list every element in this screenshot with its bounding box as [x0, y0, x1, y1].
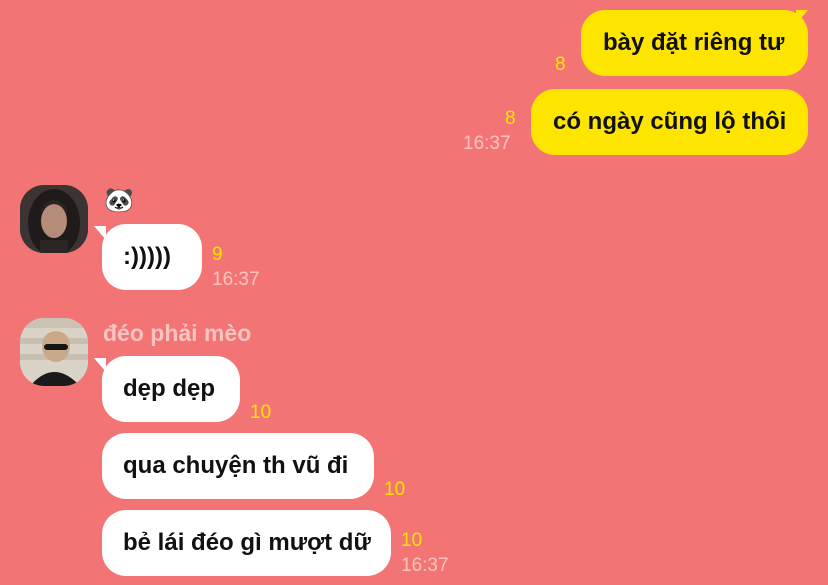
avatar[interactable] — [20, 185, 88, 253]
message-timestamp: 16:37 — [463, 133, 511, 154]
outgoing-message-bubble[interactable]: bày đặt riêng tư — [581, 10, 808, 76]
avatar[interactable] — [20, 318, 88, 386]
avatar-person-sunglasses-icon — [20, 318, 88, 386]
message-text: qua chuyện th vũ đi — [123, 452, 349, 479]
message-text: dẹp dẹp — [123, 375, 216, 402]
sender-name: 🐼 — [104, 187, 134, 214]
unread-count: 8 — [505, 108, 516, 129]
outgoing-message-bubble[interactable]: có ngày cũng lộ thôi — [531, 89, 808, 155]
chat-area[interactable]: bày đặt riêng tư 8 có ngày cũng lộ thôi … — [0, 0, 828, 585]
avatar-hooded-person-icon — [20, 185, 88, 253]
unread-count: 10 — [384, 479, 406, 500]
message-text: :))))) — [123, 243, 171, 270]
message-timestamp: 16:37 — [401, 555, 449, 576]
unread-count: 9 — [212, 244, 223, 265]
unread-count: 8 — [555, 54, 566, 75]
unread-count: 10 — [250, 402, 272, 423]
incoming-message-bubble[interactable]: dẹp dẹp — [102, 356, 240, 422]
message-text: bẻ lái đéo gì mượt dữ — [123, 529, 371, 556]
unread-count: 10 — [401, 530, 423, 551]
message-timestamp: 16:37 — [212, 269, 260, 290]
sender-name: đéo phải mèo — [103, 320, 252, 346]
incoming-message-bubble[interactable]: qua chuyện th vũ đi — [102, 433, 374, 499]
message-text: bày đặt riêng tư — [603, 29, 785, 56]
incoming-message-bubble[interactable]: :))))) — [102, 224, 202, 290]
message-text: có ngày cũng lộ thôi — [553, 108, 787, 135]
incoming-message-bubble[interactable]: bẻ lái đéo gì mượt dữ — [102, 510, 391, 576]
